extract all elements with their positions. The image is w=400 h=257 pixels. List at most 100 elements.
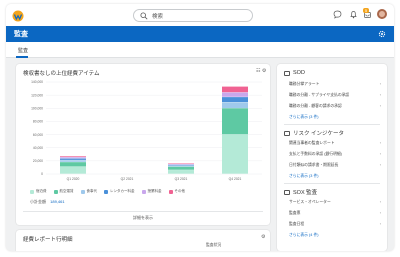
search-input[interactable]: 検索	[133, 9, 253, 22]
legend-item[interactable]: その他	[168, 189, 186, 194]
bar-segment[interactable]	[222, 134, 248, 174]
folder-icon	[284, 130, 290, 136]
workday-logo-icon[interactable]	[12, 10, 24, 22]
page-title: 監査	[14, 31, 28, 38]
tab-active-indicator	[16, 56, 28, 58]
y-tick-label: 40,000	[33, 146, 43, 150]
risk-more-link[interactable]: さらに表示 (3 件)	[289, 174, 319, 179]
bar-segment[interactable]	[60, 158, 86, 160]
tab-bar: 監査	[6, 42, 394, 58]
chart-card: 検収書なしの上位経費アイテム ☷ ⚙ 140,000 120,000 100,000…	[16, 64, 270, 225]
section-header-sod: SOD	[284, 70, 305, 76]
side-panel: SOD 職務分掌アラート › 職務の分離 - サプライヤ支払の承認 › 職務の分離 …	[277, 64, 387, 251]
divider	[23, 211, 263, 212]
top-bar: 検索 5	[6, 4, 394, 26]
y-tick-label: 120,000	[31, 93, 43, 97]
legend-label: 授業料金	[147, 189, 162, 193]
bar-segment[interactable]	[222, 92, 248, 97]
sox-item[interactable]: 監査票 ›	[289, 211, 381, 216]
legend-swatch	[141, 189, 146, 194]
sod-more-link[interactable]: さらに表示 (3 件)	[289, 115, 319, 120]
section-header-risk: リスク インジケータ	[284, 129, 344, 137]
gear-icon[interactable]	[378, 30, 386, 38]
y-tick-label: 140,000	[31, 80, 43, 84]
section-header-sox: SOX 監査	[284, 188, 317, 196]
folder-icon	[284, 189, 290, 195]
y-tick-label: 60,000	[33, 133, 43, 137]
bar-segment[interactable]	[60, 166, 86, 174]
x-tick-label: Q4 2021	[229, 177, 242, 181]
settings-icon[interactable]: ⚙	[261, 234, 265, 240]
x-tick-label: Q1 2020	[67, 177, 80, 181]
divider	[284, 183, 380, 184]
bar-segment[interactable]	[60, 157, 86, 159]
report-card: 経費レポート行明細 ⚙ 監査状況	[16, 230, 270, 251]
page-header: 監査	[6, 26, 394, 42]
bar-segment[interactable]	[168, 170, 194, 174]
bar-segment[interactable]	[168, 164, 194, 166]
legend-swatch	[168, 189, 173, 194]
inbox-count-badge: 5	[363, 8, 369, 13]
total-value[interactable]: 189,461	[50, 199, 64, 204]
tab-audit[interactable]: 監査	[18, 47, 28, 54]
divider	[284, 124, 380, 125]
column-header: 監査状況	[206, 243, 222, 247]
legend-label: 食事代	[86, 189, 98, 193]
risk-item[interactable]: 関連当事者の監査レポート ›	[289, 141, 381, 146]
avatar[interactable]	[377, 9, 387, 19]
bar-segment[interactable]	[222, 86, 248, 93]
chevron-right-icon: ›	[379, 152, 381, 156]
bar-segment[interactable]	[168, 163, 194, 164]
bar-segment[interactable]	[222, 102, 248, 108]
bell-icon[interactable]	[349, 10, 358, 19]
risk-item[interactable]: 支払と手数料の承認 (銀行明細) ›	[289, 152, 381, 157]
total-label: 小計金額	[30, 199, 46, 204]
legend-item[interactable]: 授業料金	[141, 189, 162, 194]
legend-item[interactable]: 宿泊費	[30, 189, 47, 194]
folder-icon	[284, 70, 290, 76]
chevron-right-icon: ›	[379, 104, 381, 108]
bar-segment[interactable]	[60, 160, 86, 162]
bar-segment[interactable]	[168, 164, 194, 165]
legend-label: その他	[174, 189, 186, 193]
bar-segment[interactable]	[168, 165, 194, 167]
x-tick-label: Q2 2021	[121, 177, 134, 181]
app-window: 検索 5 監査 監査 検収書なしの上位経費アイテム ☷ ⚙ 140,000 12…	[6, 4, 394, 251]
chevron-right-icon: ›	[379, 200, 381, 204]
sod-item[interactable]: 職務の分離 - 顧客の請求の承認 ›	[289, 104, 381, 109]
sod-item[interactable]: 職務分掌アラート ›	[289, 82, 381, 87]
legend-item[interactable]: 食事代	[80, 189, 98, 194]
bar-segment[interactable]	[222, 97, 248, 103]
chevron-right-icon: ›	[379, 82, 381, 86]
legend-label: レンタカー料金	[110, 189, 135, 193]
y-tick-label: 80,000	[33, 120, 43, 124]
x-tick-label: Q3 2021	[175, 177, 188, 181]
chat-icon[interactable]	[333, 10, 342, 19]
chevron-right-icon: ›	[379, 222, 381, 226]
total-row: 小計金額 189,461	[30, 199, 65, 205]
y-tick-label: 20,000	[33, 159, 43, 163]
chevron-right-icon: ›	[379, 93, 381, 97]
sox-item[interactable]: サービス・オペレーター ›	[289, 200, 381, 205]
show-details-link[interactable]: 詳細を表示	[16, 215, 270, 221]
sox-more-link[interactable]: さらに表示 (4 件)	[289, 233, 319, 238]
bar-segment[interactable]	[60, 162, 86, 167]
search-placeholder: 検索	[152, 14, 164, 20]
legend-label: 宿泊費	[36, 189, 47, 193]
legend-label: 航空運賃	[59, 189, 74, 193]
legend-swatch	[80, 189, 85, 194]
bar-segment[interactable]	[168, 166, 194, 170]
report-card-title: 経費レポート行明細	[23, 237, 73, 243]
legend-item[interactable]: レンタカー料金	[104, 189, 135, 194]
chevron-right-icon: ›	[379, 211, 381, 215]
y-tick-label: 0	[41, 172, 43, 176]
search-icon	[140, 12, 148, 20]
chevron-right-icon: ›	[379, 163, 381, 167]
legend-item[interactable]: 航空運賃	[53, 189, 74, 194]
risk-item[interactable]: 日付類似の請求書・期限延長 ›	[289, 163, 381, 168]
bar-segment[interactable]	[222, 108, 248, 135]
sod-item[interactable]: 職務の分離 - サプライヤ支払の承認 ›	[289, 93, 381, 98]
legend-swatch	[53, 189, 58, 194]
sox-item[interactable]: 監査日程 ›	[289, 222, 381, 227]
bar-segment[interactable]	[60, 156, 86, 157]
